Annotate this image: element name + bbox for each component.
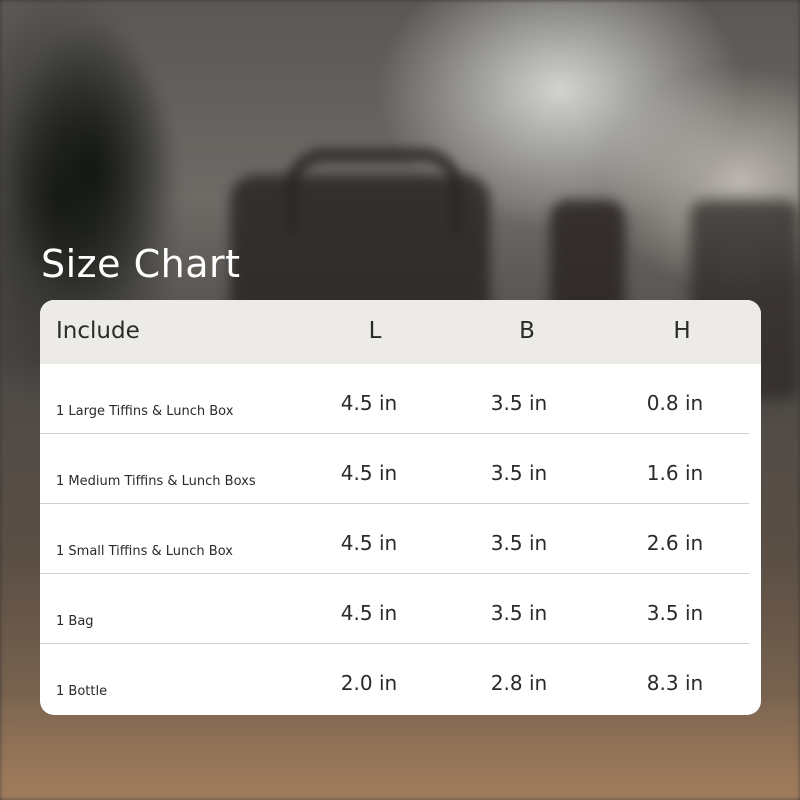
row-breadth-value: 3.5 in xyxy=(490,531,548,555)
row-item-name: 1 Bottle xyxy=(56,684,108,699)
row-breadth-value: 3.5 in xyxy=(490,391,548,415)
background-plant xyxy=(0,0,200,340)
row-height-value: 0.8 in xyxy=(646,391,704,415)
size-table-card: Include L B H 1 Large Tiffins & Lunch Bo… xyxy=(40,300,761,715)
table-row: 1 Medium Tiffins & Lunch Boxs 4.5 in 3.5… xyxy=(40,434,761,504)
row-breadth-value: 3.5 in xyxy=(490,601,548,625)
header-include: Include xyxy=(56,318,140,344)
table-header: Include L B H xyxy=(40,300,761,364)
header-height: H xyxy=(673,318,691,344)
header-breadth: B xyxy=(519,318,535,344)
row-length-value: 4.5 in xyxy=(340,461,398,485)
row-height-value: 1.6 in xyxy=(646,461,704,485)
row-height-value: 8.3 in xyxy=(646,671,704,695)
table-row: 1 Bottle 2.0 in 2.8 in 8.3 in xyxy=(40,644,761,714)
row-height-value: 2.6 in xyxy=(646,531,704,555)
row-length-value: 4.5 in xyxy=(340,531,398,555)
row-item-name: 1 Medium Tiffins & Lunch Boxs xyxy=(56,474,256,489)
row-length-value: 4.5 in xyxy=(340,601,398,625)
background-floor xyxy=(0,700,800,800)
page-title: Size Chart xyxy=(41,242,241,286)
row-breadth-value: 2.8 in xyxy=(490,671,548,695)
row-length-value: 2.0 in xyxy=(340,671,398,695)
table-row: 1 Bag 4.5 in 3.5 in 3.5 in xyxy=(40,574,761,644)
row-length-value: 4.5 in xyxy=(340,391,398,415)
row-height-value: 3.5 in xyxy=(646,601,704,625)
table-row: 1 Small Tiffins & Lunch Box 4.5 in 3.5 i… xyxy=(40,504,761,574)
header-length: L xyxy=(368,318,382,344)
row-breadth-value: 3.5 in xyxy=(490,461,548,485)
row-item-name: 1 Small Tiffins & Lunch Box xyxy=(56,544,233,559)
row-item-name: 1 Large Tiffins & Lunch Box xyxy=(56,404,234,419)
row-item-name: 1 Bag xyxy=(56,614,94,629)
table-row: 1 Large Tiffins & Lunch Box 4.5 in 3.5 i… xyxy=(40,364,761,434)
